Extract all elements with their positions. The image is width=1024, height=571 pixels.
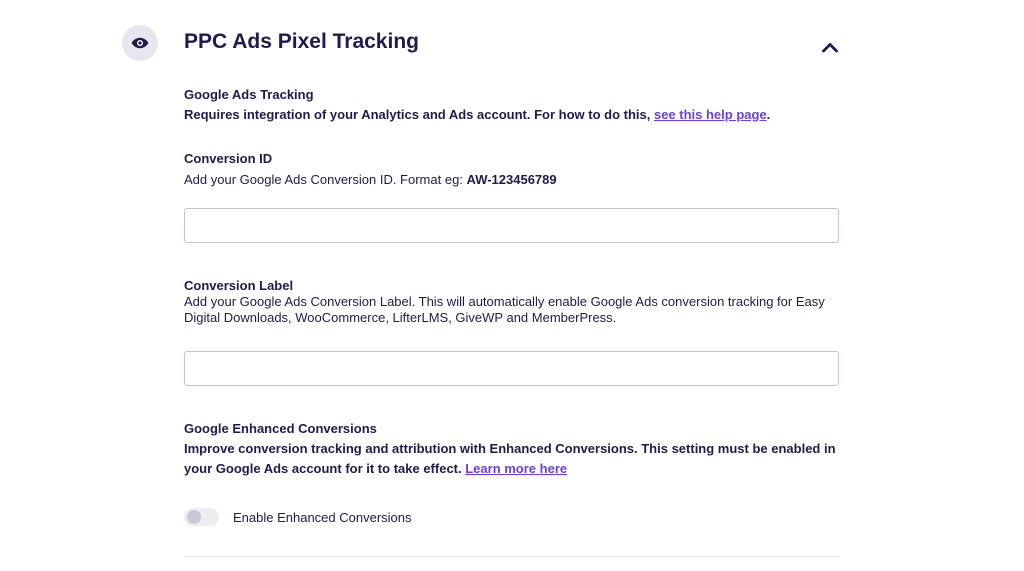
google-ads-tracking-description: Requires integration of your Analytics a… bbox=[184, 105, 839, 125]
section-divider bbox=[184, 556, 839, 557]
enhanced-conversions-toggle[interactable] bbox=[184, 508, 219, 526]
enhanced-conversions-label: Google Enhanced Conversions bbox=[184, 421, 377, 436]
conversion-id-format-example: AW-123456789 bbox=[466, 172, 557, 187]
enhanced-conversions-toggle-row: Enable Enhanced Conversions bbox=[184, 508, 839, 526]
section-title: PPC Ads Pixel Tracking bbox=[184, 30, 419, 53]
google-ads-tracking-label: Google Ads Tracking bbox=[184, 87, 314, 102]
chevron-up-icon bbox=[822, 43, 838, 53]
conversion-label-label: Conversion Label bbox=[184, 278, 294, 293]
enhanced-conversions-group: Google Enhanced Conversions Improve conv… bbox=[184, 421, 839, 526]
settings-page: PPC Ads Pixel Tracking Google Ads Tracki… bbox=[0, 0, 1024, 571]
conversion-id-input[interactable] bbox=[184, 208, 839, 243]
toggle-knob bbox=[187, 510, 201, 524]
learn-more-link[interactable]: Learn more here bbox=[465, 461, 567, 476]
settings-content: Google Ads Tracking Requires integration… bbox=[184, 87, 839, 526]
google-ads-tracking-description-text: Requires integration of your Analytics a… bbox=[184, 107, 654, 122]
google-ads-tracking-group: Google Ads Tracking Requires integration… bbox=[184, 87, 839, 125]
conversion-id-description-text: Add your Google Ads Conversion ID. Forma… bbox=[184, 172, 467, 187]
conversion-label-group: Conversion Label Add your Google Ads Con… bbox=[184, 278, 839, 386]
conversion-label-input[interactable] bbox=[184, 351, 839, 386]
conversion-id-group: Conversion ID Add your Google Ads Conver… bbox=[184, 151, 839, 243]
help-page-link[interactable]: see this help page bbox=[654, 107, 767, 122]
conversion-id-label: Conversion ID bbox=[184, 151, 273, 166]
conversion-id-description: Add your Google Ads Conversion ID. Forma… bbox=[184, 172, 839, 188]
google-ads-tracking-description-end: . bbox=[766, 107, 771, 122]
collapse-button[interactable] bbox=[818, 36, 842, 58]
conversion-label-description: Add your Google Ads Conversion Label. Th… bbox=[184, 294, 825, 325]
enhanced-conversions-description: Improve conversion tracking and attribut… bbox=[184, 439, 839, 479]
eye-icon bbox=[122, 25, 158, 61]
enhanced-conversions-toggle-label: Enable Enhanced Conversions bbox=[233, 509, 412, 525]
